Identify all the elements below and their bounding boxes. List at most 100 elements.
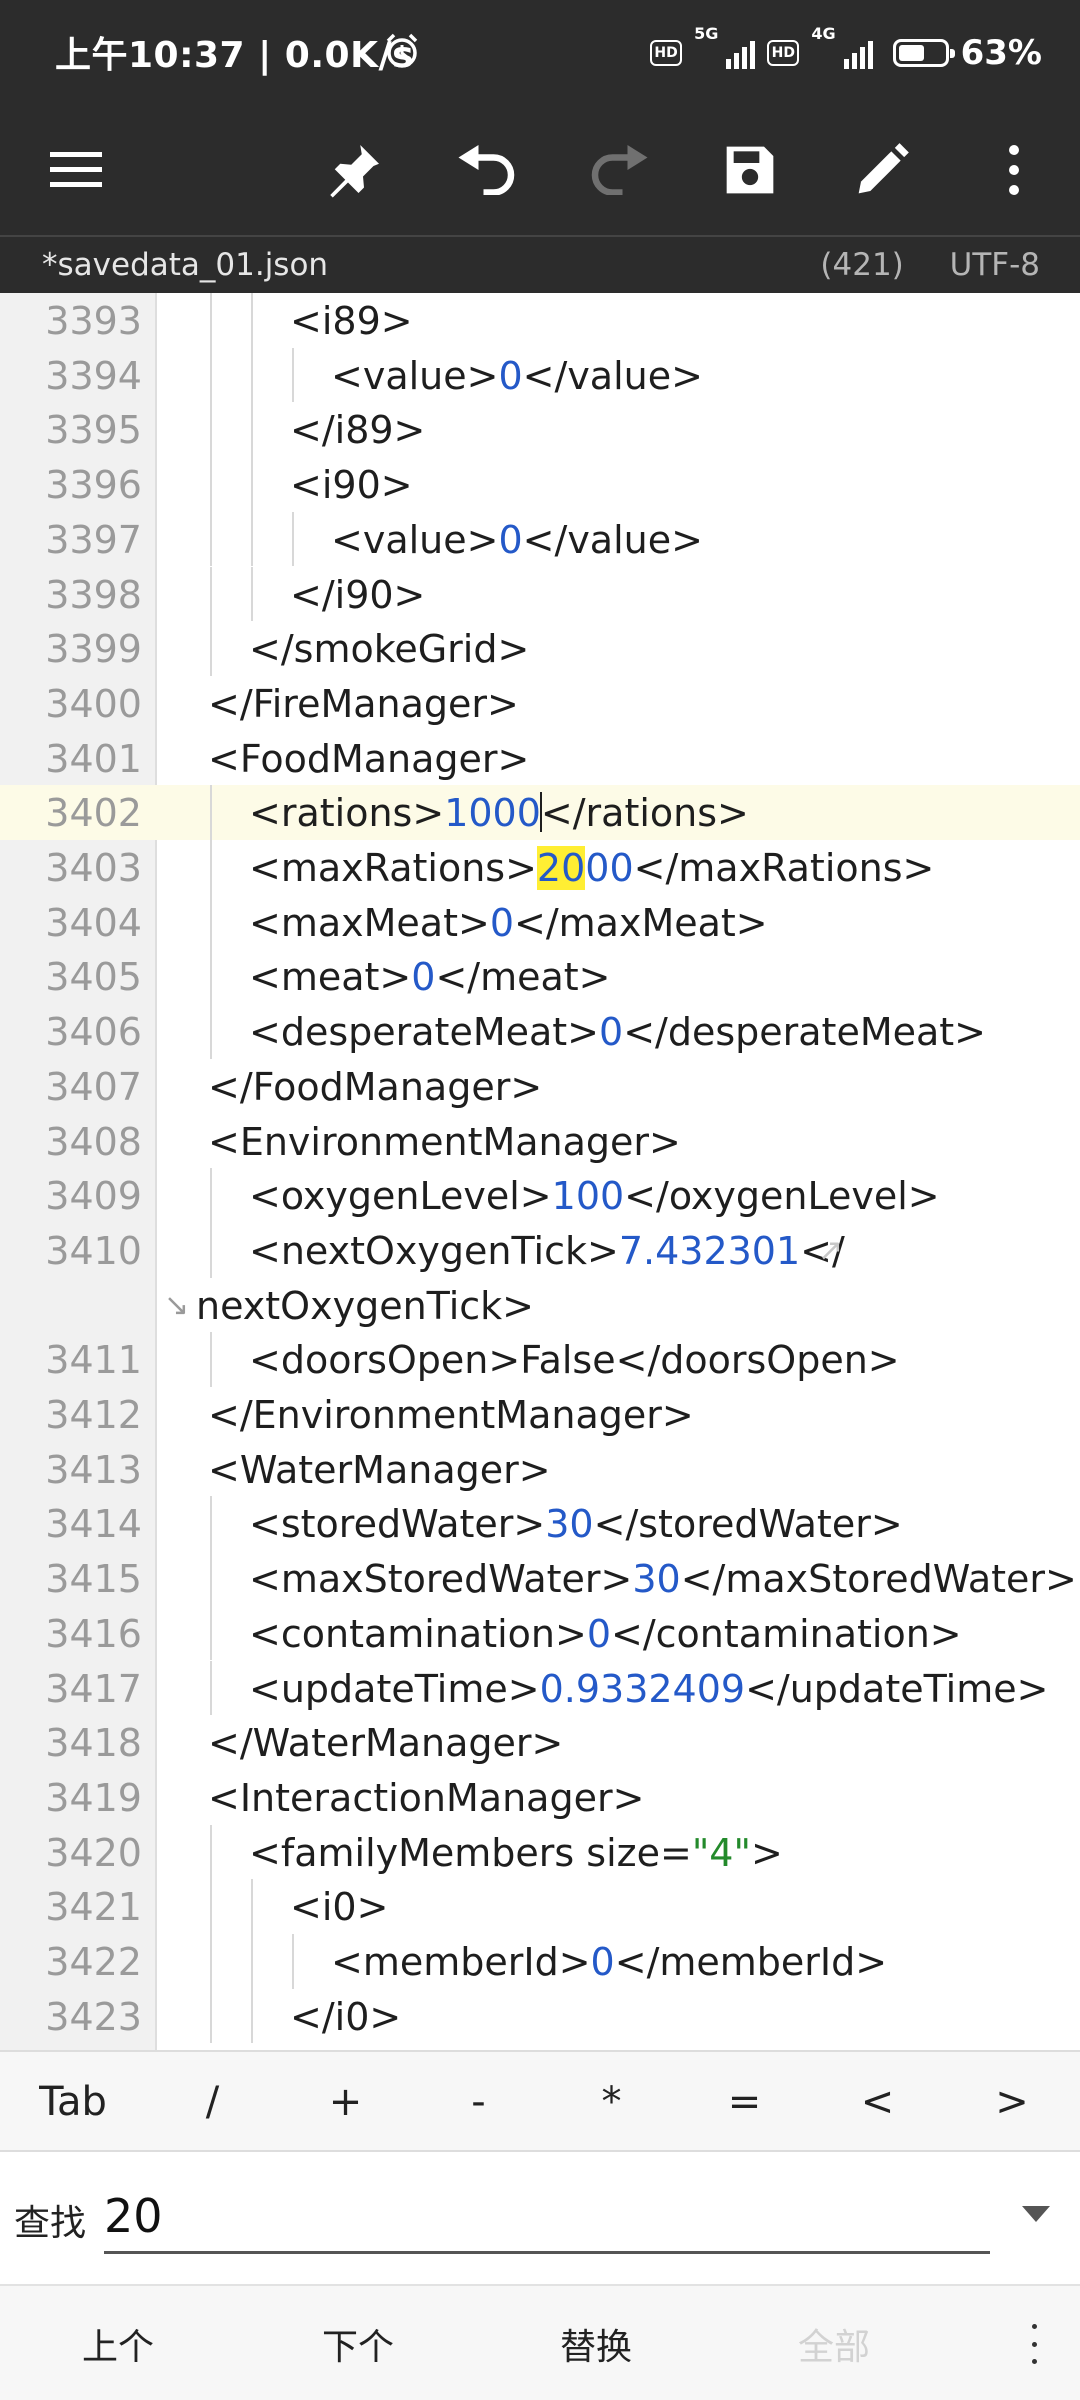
file-encoding[interactable]: UTF-8 — [950, 247, 1040, 283]
code-line[interactable]: 3396 <i90> — [0, 457, 1080, 512]
symbol-key-equals[interactable]: = — [678, 2052, 811, 2152]
code-text[interactable]: <maxStoredWater>30</maxStoredWater> — [249, 1557, 1077, 1601]
symbol-key-slash[interactable]: / — [146, 2052, 279, 2152]
code-line[interactable]: 3411 <doorsOpen>False</doorsOpen> — [0, 1332, 1080, 1387]
code-text[interactable]: </i0> — [290, 1995, 401, 2039]
code-text[interactable]: <i90> — [290, 463, 413, 507]
code-line[interactable]: 3417 <updateTime>0.9332409</updateTime> — [0, 1660, 1080, 1716]
code-line[interactable]: 3397 <value>0</value> — [0, 511, 1080, 567]
indent-guide — [210, 621, 212, 676]
code-line[interactable]: 3418 </WaterManager> — [0, 1715, 1080, 1770]
code-line[interactable]: 3422 <memberId>0</memberId> — [0, 1934, 1080, 1989]
code-line[interactable]: 3420 <familyMembers size="4"> — [0, 1824, 1080, 1880]
tag-token: <maxRations> — [249, 846, 537, 890]
code-text[interactable]: </FireManager> — [208, 682, 519, 726]
pin-button[interactable] — [314, 130, 394, 210]
redo-button[interactable] — [580, 130, 660, 210]
edit-button[interactable] — [842, 130, 922, 210]
code-text[interactable]: <meat>0</meat> — [249, 955, 611, 999]
more-options-button[interactable] — [974, 130, 1054, 210]
code-text[interactable]: <nextOxygenTick>7.432301</ — [249, 1229, 845, 1273]
code-text[interactable]: </smokeGrid> — [249, 627, 529, 671]
code-line[interactable]: 3406 <desperateMeat>0</desperateMeat> — [0, 1004, 1080, 1059]
code-text[interactable]: <FoodManager> — [208, 737, 529, 781]
code-line[interactable]: 3416 <contamination>0</contamination> — [0, 1605, 1080, 1661]
code-text[interactable]: <doorsOpen>False</doorsOpen> — [249, 1338, 900, 1382]
code-text[interactable]: <storedWater>30</storedWater> — [249, 1502, 903, 1546]
line-number: 3415 — [45, 1557, 142, 1602]
code-line[interactable]: 3405 <meat>0</meat> — [0, 949, 1080, 1005]
symbol-key-less-than[interactable]: < — [811, 2052, 944, 2152]
symbol-key-tab[interactable]: Tab — [0, 2052, 146, 2152]
code-text[interactable]: </i90> — [290, 573, 425, 617]
find-input[interactable] — [104, 2180, 990, 2254]
code-text[interactable]: <oxygenLevel>100</oxygenLevel> — [249, 1174, 940, 1218]
code-line[interactable]: 3404 <maxMeat>0</maxMeat> — [0, 894, 1080, 950]
indent-guide — [251, 347, 253, 403]
code-text[interactable]: <maxMeat>0</maxMeat> — [249, 901, 768, 945]
code-text[interactable]: </EnvironmentManager> — [208, 1393, 694, 1437]
code-line[interactable]: 3395 </i89> — [0, 402, 1080, 458]
code-text[interactable]: </i89> — [290, 408, 425, 452]
file-name[interactable]: *savedata_01.json — [42, 247, 328, 283]
indent-guide — [251, 511, 253, 567]
find-more-icon[interactable] — [1028, 2324, 1040, 2364]
code-line[interactable]: 3412 </EnvironmentManager> — [0, 1387, 1080, 1442]
code-line[interactable]: 3402 <rations>1000</rations> — [0, 785, 1080, 841]
undo-button[interactable] — [446, 130, 526, 210]
code-text[interactable]: </WaterManager> — [208, 1721, 563, 1765]
code-text[interactable]: <i89> — [290, 299, 413, 343]
code-text[interactable]: <EnvironmentManager> — [208, 1120, 681, 1164]
indent-guide — [210, 1332, 212, 1387]
code-text[interactable]: <maxRations>2000</maxRations> — [249, 846, 934, 890]
code-text[interactable]: <rations>1000</rations> — [249, 791, 749, 835]
menu-button[interactable] — [36, 130, 116, 210]
code-line[interactable]: 3394 <value>0</value> — [0, 347, 1080, 403]
symbol-key-plus[interactable]: + — [279, 2052, 412, 2152]
replace-button[interactable]: 替换 — [486, 2286, 706, 2400]
indent-guide — [251, 293, 253, 348]
battery-fill — [898, 45, 925, 61]
code-text[interactable]: <updateTime>0.9332409</updateTime> — [249, 1667, 1048, 1711]
symbol-key-asterisk[interactable]: * — [545, 2052, 678, 2152]
code-text[interactable]: </FoodManager> — [208, 1065, 542, 1109]
code-line[interactable]: 3410 <nextOxygenTick>7.432301</↗ — [0, 1222, 1080, 1278]
code-line[interactable]: 3408 <EnvironmentManager> — [0, 1114, 1080, 1169]
code-text[interactable]: <value>0</value> — [331, 354, 703, 398]
find-previous-button[interactable]: 上个 — [8, 2286, 228, 2400]
find-next-button[interactable]: 下个 — [248, 2286, 468, 2400]
code-text[interactable]: <InteractionManager> — [208, 1776, 644, 1820]
code-line[interactable]: 3421 <i0> — [0, 1879, 1080, 1934]
code-line[interactable]: 3423 </i0> — [0, 1988, 1080, 2044]
symbol-key-greater-than[interactable]: > — [944, 2052, 1080, 2152]
code-line[interactable]: 3415 <maxStoredWater>30</maxStoredWater> — [0, 1551, 1080, 1606]
code-text[interactable]: <familyMembers size="4"> — [249, 1831, 783, 1875]
code-line[interactable]: 3400 </FireManager> — [0, 676, 1080, 731]
find-history-dropdown-icon[interactable] — [1022, 2206, 1050, 2222]
line-number: 3412 — [45, 1393, 142, 1437]
code-text[interactable]: <desperateMeat>0</desperateMeat> — [249, 1010, 986, 1054]
code-editor[interactable]: 3393 <i89> 3394 <value>0</value> 3395 </i89> 3… — [0, 293, 1080, 2050]
code-line[interactable]: 3413 <WaterManager> — [0, 1442, 1080, 1497]
code-line[interactable]: 3399 </smokeGrid> — [0, 621, 1080, 676]
symbol-key-minus[interactable]: - — [412, 2052, 545, 2152]
code-line-continuation[interactable]: nextOxygenTick> ↘ — [0, 1278, 1080, 1333]
replace-all-button[interactable]: 全部 — [724, 2286, 944, 2400]
line-number: 3401 — [45, 736, 142, 781]
code-line[interactable]: 3401 <FoodManager> — [0, 731, 1080, 786]
save-button[interactable] — [710, 130, 790, 210]
code-text[interactable]: <value>0</value> — [331, 518, 703, 562]
code-text[interactable]: <contamination>0</contamination> — [249, 1612, 962, 1656]
code-line[interactable]: 3403 <maxRations>2000</maxRations> — [0, 840, 1080, 895]
more-vert-icon — [1009, 145, 1019, 195]
code-line[interactable]: 3398 </i90> — [0, 566, 1080, 622]
code-text[interactable]: nextOxygenTick> — [196, 1284, 534, 1328]
code-line[interactable]: 3419 <InteractionManager> — [0, 1770, 1080, 1825]
code-line[interactable]: 3407 </FoodManager> — [0, 1059, 1080, 1114]
code-text[interactable]: <WaterManager> — [208, 1448, 551, 1492]
code-text[interactable]: <memberId>0</memberId> — [331, 1940, 887, 1984]
code-line[interactable]: 3414 <storedWater>30</storedWater> — [0, 1496, 1080, 1552]
code-line[interactable]: 3409 <oxygenLevel>100</oxygenLevel> — [0, 1168, 1080, 1223]
code-text[interactable]: <i0> — [290, 1885, 388, 1929]
code-line[interactable]: 3393 <i89> — [0, 293, 1080, 348]
